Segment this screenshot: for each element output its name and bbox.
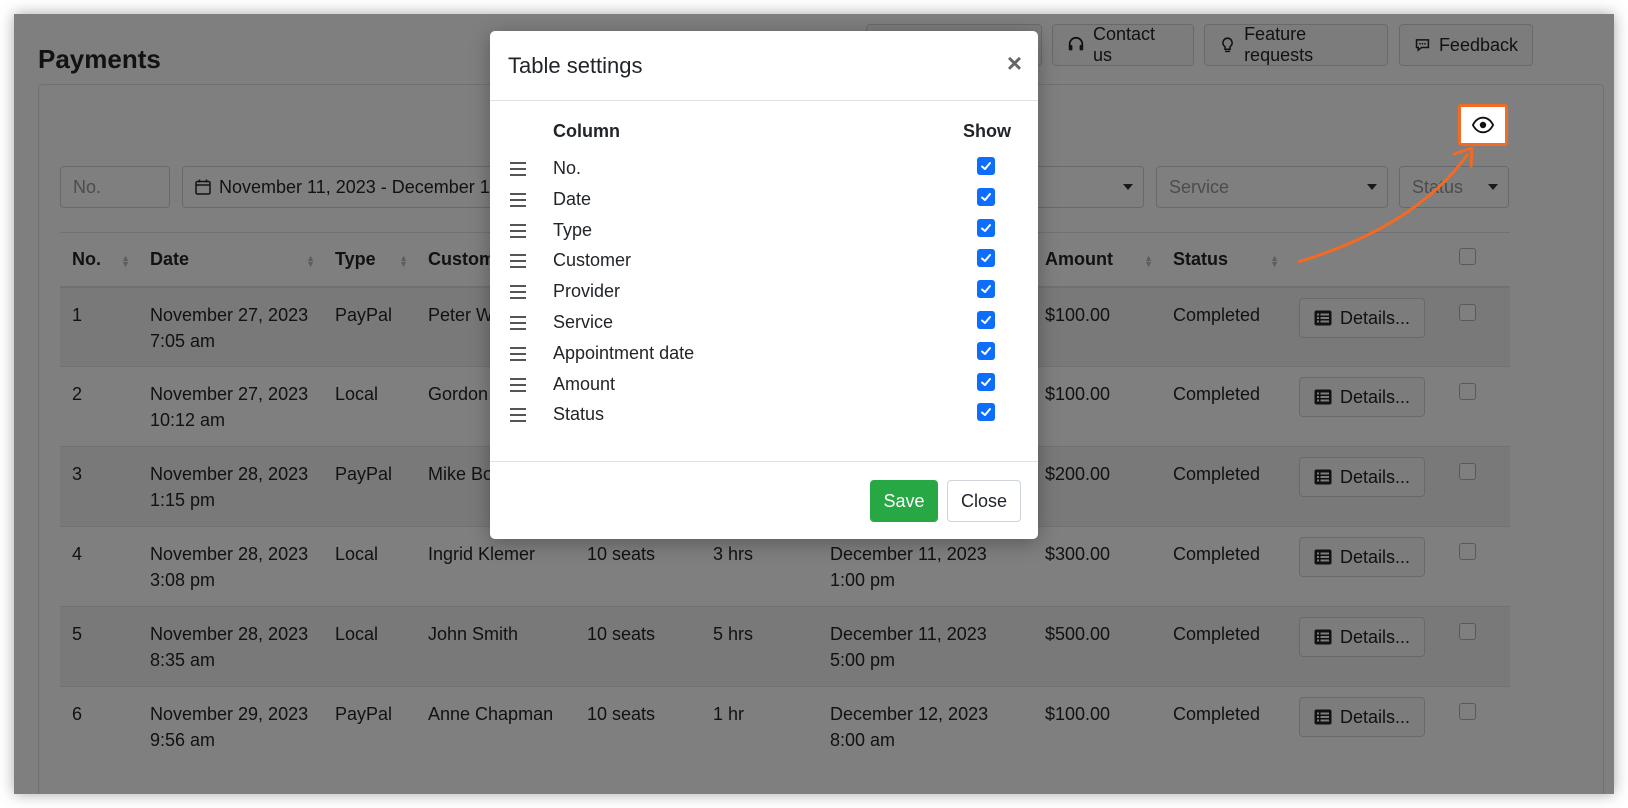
check-icon	[981, 254, 991, 263]
drag-handle-icon[interactable]	[510, 162, 526, 176]
show-column-checkbox[interactable]	[977, 280, 995, 299]
column-setting-row: Type	[490, 218, 1038, 249]
column-setting-row: Provider	[490, 279, 1038, 310]
drag-handle-icon[interactable]	[510, 254, 526, 269]
show-column-checkbox[interactable]	[977, 403, 995, 422]
show-header-label: Show	[963, 121, 1011, 141]
modal-header: Table settings ×	[490, 31, 1038, 101]
column-setting-label: Customer	[553, 250, 632, 271]
close-button[interactable]: Close	[947, 480, 1021, 522]
show-column-checkbox[interactable]	[977, 218, 995, 237]
column-setting-row: Status	[490, 402, 1038, 433]
check-icon	[981, 377, 991, 386]
column-setting-label: Provider	[553, 281, 621, 302]
column-setting-label: Type	[553, 219, 593, 240]
table-settings-modal: Table settings × Column Show No. Date Type…	[490, 31, 1038, 539]
drag-handle-icon[interactable]	[510, 192, 526, 207]
column-setting-label: Service	[553, 312, 614, 332]
check-icon	[981, 346, 991, 355]
save-button[interactable]: Save	[870, 480, 938, 522]
column-setting-row: No.	[490, 156, 1038, 187]
drag-handle-icon[interactable]	[510, 285, 526, 300]
check-icon	[981, 223, 991, 232]
drag-handle-icon[interactable]	[510, 223, 526, 238]
check-icon	[981, 408, 991, 417]
show-column-checkbox[interactable]	[977, 249, 995, 268]
show-column-checkbox[interactable]	[977, 372, 995, 391]
eye-icon	[1472, 116, 1494, 134]
column-setting-label: No.	[553, 158, 582, 178]
column-setting-label: Appointment date	[553, 342, 695, 363]
modal-footer: Save Close	[490, 461, 1038, 539]
drag-handle-icon[interactable]	[510, 316, 526, 330]
column-setting-row: Customer	[490, 248, 1038, 279]
column-setting-label: Status	[553, 404, 605, 425]
modal-title: Table settings	[508, 53, 643, 78]
check-icon	[981, 316, 991, 324]
show-column-checkbox[interactable]	[977, 311, 995, 329]
check-icon	[981, 285, 991, 294]
column-setting-row: Date	[490, 187, 1038, 218]
show-column-checkbox[interactable]	[977, 187, 995, 206]
drag-handle-icon[interactable]	[510, 377, 526, 392]
column-setting-row: Service	[490, 310, 1038, 341]
column-setting-label: Date	[553, 188, 592, 209]
check-icon	[981, 162, 991, 170]
close-icon[interactable]: ×	[1007, 49, 1022, 77]
drag-handle-icon[interactable]	[510, 408, 526, 423]
drag-handle-icon[interactable]	[510, 346, 526, 361]
app-frame: Payments Contact us Feature requests Fee…	[14, 14, 1614, 794]
show-column-checkbox[interactable]	[977, 157, 995, 175]
column-setting-label: Amount	[553, 373, 616, 394]
column-setting-row: Amount	[490, 372, 1038, 403]
check-icon	[981, 192, 991, 201]
show-column-checkbox[interactable]	[977, 341, 995, 360]
column-header-label: Column	[553, 121, 620, 141]
column-visibility-button[interactable]	[1458, 104, 1508, 146]
column-setting-row: Appointment date	[490, 341, 1038, 372]
